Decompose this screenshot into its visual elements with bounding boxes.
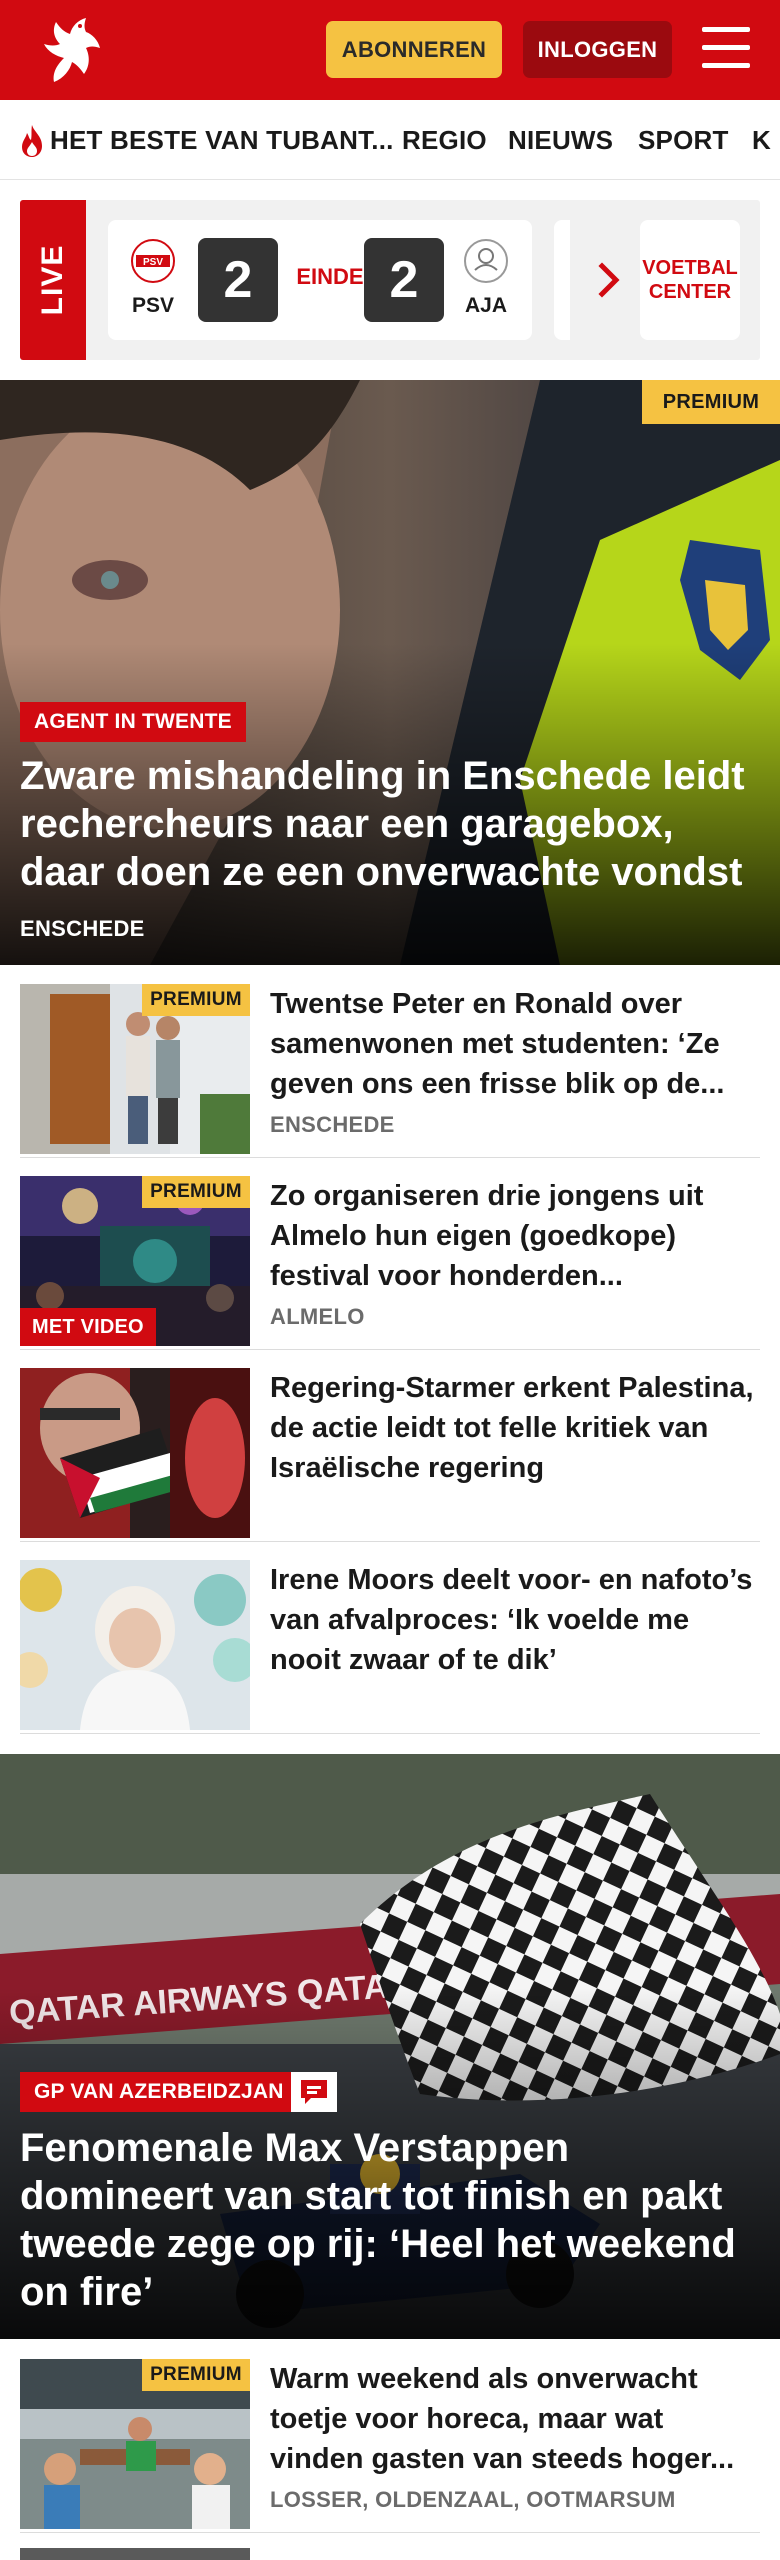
list-item[interactable]: PREMIUM Twentse Peter en Ronald over sam… [20,966,760,1158]
ajax-logo-icon [464,239,508,283]
article-headline[interactable]: Warm weekend als onverwacht toetje voor … [270,2359,760,2479]
tubantia-horse-logo-icon[interactable] [34,12,106,88]
site-header: ABONNEREN INLOGGEN [0,0,780,100]
away-score: 2 [364,238,444,322]
article-thumbnail [20,1368,250,1538]
match-card[interactable]: PSV PSV 2 EINDE 2 AJA [108,220,532,340]
live-blog-icon [291,2072,337,2112]
article-thumbnail: PREMIUM MET VIDEO [20,1176,250,1346]
article-thumbnail: PREMIUM [20,2359,250,2529]
subscribe-button[interactable]: ABONNEREN [326,21,502,78]
hero-headline[interactable]: Fenomenale Max Verstappen domineert van … [20,2124,770,2316]
premium-badge: PREMIUM [642,380,780,424]
list-item[interactable]: PREMIUM MET VIDEO Zo organiseren drie jo… [20,1158,760,1350]
login-button[interactable]: INLOGGEN [523,21,672,78]
away-team-name: AJA [464,294,507,317]
article-location: ENSCHEDE [270,1112,395,1137]
voetbal-center-link[interactable]: VOETBAL CENTER [640,220,740,340]
psv-logo-icon: PSV [131,239,175,283]
premium-badge: PREMIUM [142,1176,250,1208]
nav-item-more[interactable]: K [752,100,771,179]
nav-item-sport[interactable]: SPORT [638,100,729,179]
section-nav: HET BESTE VAN TUBANT... REGIO NIEUWS SPO… [0,100,780,180]
match-status: EINDE [296,264,364,289]
live-scores-strip: LIVE PSV PSV 2 EINDE 2 AJA VOETBAL CENTE… [20,200,760,360]
list-item[interactable]: Regering-Starmer erkent Palestina, de ac… [20,1350,760,1542]
live-label: LIVE [36,244,69,316]
list-item[interactable]: Irene Moors deelt voor- en nafoto’s van … [20,1542,760,1734]
next-match-card-stub[interactable] [554,220,570,340]
hero-headline[interactable]: Zware mishandeling in Enschede leidt rec… [20,752,765,896]
nav-item-regio[interactable]: REGIO [402,100,487,179]
video-badge: MET VIDEO [20,1308,156,1346]
hero-article[interactable]: PREMIUM AGENT IN TWENTE Zware mishandeli… [0,380,780,965]
article-headline[interactable]: Regering-Starmer erkent Palestina, de ac… [270,1368,760,1488]
list-item[interactable]: PREMIUM Warm weekend als onverwacht toet… [20,2341,760,2533]
article-thumbnail [20,1560,250,1730]
hero-category-label[interactable]: GP VAN AZERBEIDZJAN [20,2072,298,2112]
article-thumbnail: PREMIUM [20,984,250,1154]
home-score: 2 [198,238,278,322]
article-headline[interactable]: Irene Moors deelt voor- en nafoto’s van … [270,1560,760,1680]
hero-location: ENSCHEDE [20,916,145,941]
article-headline[interactable]: Zo organiseren drie jongens uit Almelo h… [270,1176,760,1296]
article-location: ALMELO [270,1304,365,1329]
menu-icon[interactable] [702,27,750,71]
next-article-thumbnail-peek [20,2548,250,2560]
live-tab: LIVE [20,200,86,360]
nav-item-nieuws[interactable]: NIEUWS [508,100,613,179]
nav-item-best-of[interactable]: HET BESTE VAN TUBANT... [50,100,394,179]
article-location: LOSSER, OLDENZAAL, OOTMARSUM [270,2487,676,2512]
premium-badge: PREMIUM [142,2359,250,2391]
article-headline[interactable]: Twentse Peter en Ronald over samenwonen … [270,984,760,1104]
flame-icon [22,125,42,157]
hero-article-sport[interactable]: QATAR AIRWAYS QATAR AIRWAYS QATAR GP VAN… [0,1754,780,2339]
premium-badge: PREMIUM [142,984,250,1016]
home-team-name: PSV [131,294,175,317]
chevron-right-icon[interactable] [590,260,630,300]
hero-category-label[interactable]: AGENT IN TWENTE [20,702,246,742]
svg-text:PSV: PSV [143,257,163,268]
